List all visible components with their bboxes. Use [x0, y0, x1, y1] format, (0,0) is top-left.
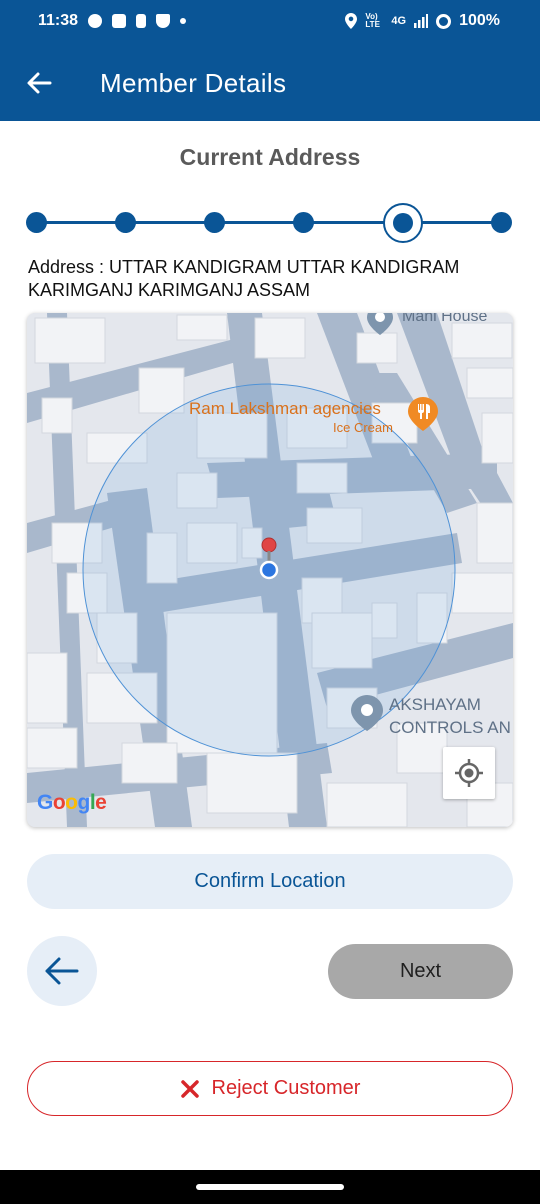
reject-customer-button[interactable]: Reject Customer: [27, 1061, 513, 1116]
status-bar: 11:38 Vo) LTE 4G 100%: [0, 0, 540, 44]
mail-notification-icon: [112, 14, 127, 28]
step-6: [491, 212, 512, 233]
previous-button[interactable]: [27, 936, 97, 1006]
status-time: 11:38: [38, 12, 79, 29]
address-text: Address : UTTAR KANDIGRAM UTTAR KANDIGRA…: [28, 257, 460, 300]
step-3: [204, 212, 225, 233]
arrow-left-icon: [45, 957, 79, 985]
business-pin-icon[interactable]: [351, 695, 383, 731]
step-5-active: [383, 203, 423, 243]
volte-label: Vo) LTE: [365, 12, 380, 29]
step-4: [293, 212, 314, 233]
home-gesture-handle[interactable]: [196, 1184, 344, 1190]
step-2: [115, 212, 136, 233]
step-1: [26, 212, 47, 233]
chat-notification-icon: [88, 14, 103, 28]
google-logo: Google: [37, 791, 107, 814]
close-x-icon: [180, 1079, 199, 1098]
progress-stepper: [26, 200, 516, 244]
map-tiles: [27, 313, 513, 827]
vpn-notification-icon: [156, 14, 171, 28]
stepper-line: [38, 221, 504, 224]
poi-pin-icon: [367, 313, 393, 335]
app-bar: Member Details: [0, 44, 540, 121]
poi-business-line1[interactable]: AKSHAYAM: [389, 695, 481, 715]
page-title: Member Details: [100, 68, 287, 98]
poi-restaurant-name[interactable]: Ram Lakshman agencies: [189, 399, 381, 419]
next-button[interactable]: Next: [328, 944, 513, 999]
system-nav-bar: [0, 1170, 540, 1204]
sim-notification-icon: [136, 14, 147, 28]
network-type: 4G: [391, 15, 407, 27]
battery-ring-icon: [436, 13, 452, 29]
location-icon: [345, 13, 358, 29]
reject-customer-label: Reject Customer: [211, 1077, 361, 1099]
signal-icon: [414, 14, 429, 28]
restaurant-pin-icon[interactable]: [408, 397, 438, 431]
poi-label-top[interactable]: Mani House: [402, 313, 487, 326]
confirm-location-button[interactable]: Confirm Location: [27, 854, 513, 909]
poi-restaurant-category: Ice Cream: [333, 420, 393, 435]
arrow-left-icon: [27, 72, 52, 94]
my-location-button[interactable]: [443, 747, 495, 799]
back-button[interactable]: [24, 68, 54, 98]
map-view[interactable]: Mani House Ram Lakshman agencies Ice Cre…: [27, 313, 513, 827]
section-title: Current Address: [179, 144, 361, 170]
more-notifications-icon: [180, 18, 187, 24]
my-location-icon: [455, 759, 483, 787]
poi-business-line2: CONTROLS AN: [389, 718, 511, 737]
battery-percent: 100%: [459, 12, 500, 29]
